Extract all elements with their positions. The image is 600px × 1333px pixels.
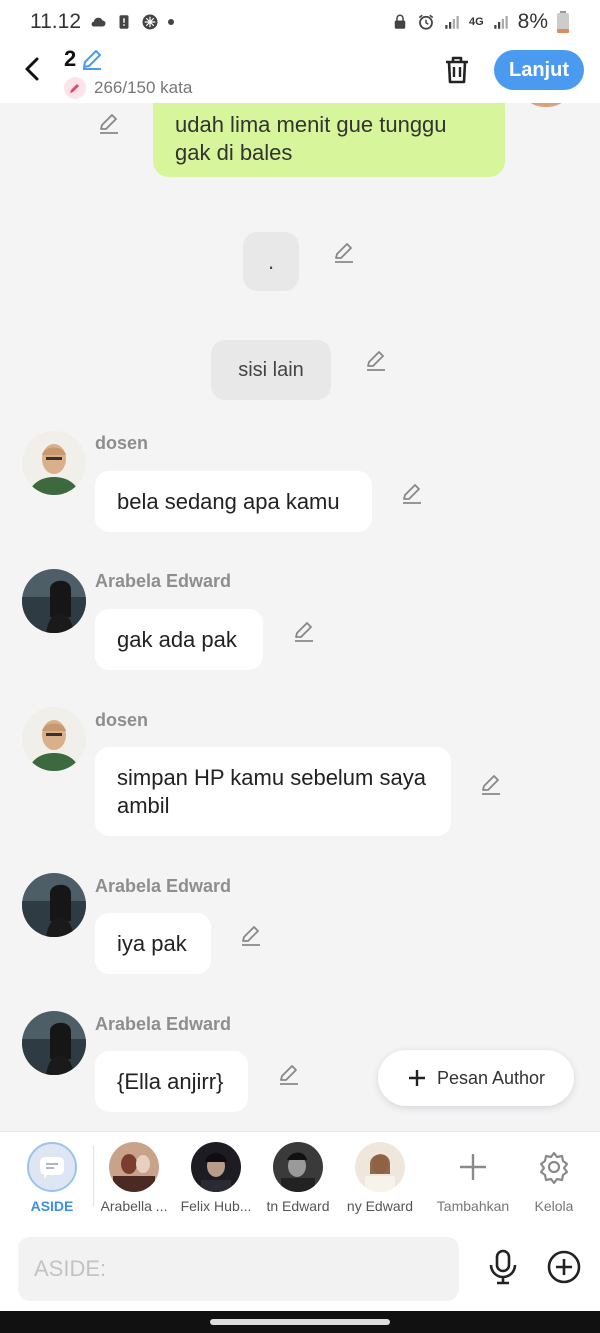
message-text: bela sedang apa kamu [117,488,340,514]
chat-area[interactable]: udah lima menit gue tunggu gak di bales … [0,103,600,1131]
edit-message-icon[interactable] [97,111,121,135]
incoming-message[interactable]: {Ella anjirr} [95,1051,248,1112]
character-avatar [273,1142,323,1192]
character-ny-edward[interactable]: ny Edward [339,1142,421,1214]
avatar-arabela-edward[interactable] [22,873,86,937]
message-text: gak ada pak [117,626,237,652]
avatar-arabela-edward[interactable] [22,569,86,633]
character-arabella[interactable]: Arabella ... [93,1142,175,1214]
message-text: sisi lain [238,359,304,381]
incoming-message[interactable]: bela sedang apa kamu [95,471,372,532]
sender-name: Arabela Edward [95,876,232,896]
aside-icon [27,1142,77,1192]
lock-icon [394,14,406,29]
edit-title-icon[interactable] [80,47,104,71]
message-text: udah lima menit gue tunggu gak di bales [175,112,447,165]
edit-message-icon[interactable] [479,772,503,796]
character-label: Felix Hub... [180,1198,252,1214]
character-label: ASIDE [30,1198,74,1214]
system-nav-bar [0,1311,600,1333]
top-app-bar: 2 266/150 kata Lanjut [0,44,600,103]
message-text: {Ella anjirr} [117,1068,224,1094]
episode-title[interactable]: 2 [64,46,104,72]
cloud-icon [91,17,106,27]
character-bar: ASIDE Arabella ... Felix Hub... tn Edwar… [0,1131,600,1227]
plus-icon [408,1070,425,1086]
signal-icon [445,16,459,29]
character-label: Arabella ... [100,1198,168,1214]
gear-icon [539,1151,569,1185]
character-tn-edward[interactable]: tn Edward [257,1142,339,1214]
trash-icon[interactable] [442,54,472,86]
message-text: iya pak [117,930,187,956]
edit-message-icon[interactable] [400,481,424,505]
incoming-message[interactable]: iya pak [95,913,211,974]
dot-icon [168,19,174,25]
add-circle-icon[interactable] [546,1249,582,1285]
outgoing-avatar [514,103,578,107]
edit-message-icon[interactable] [277,1062,301,1086]
sender-name: Arabela Edward [95,571,232,591]
battery-icon [557,11,569,33]
pencil-badge-icon [64,77,86,99]
battery-percent: 8% [517,10,548,33]
manage-characters-button[interactable]: Kelola [513,1142,595,1214]
back-arrow-icon[interactable] [18,54,48,84]
sender-name: Arabela Edward [95,1014,232,1034]
episode-number: 2 [64,46,77,71]
message-text: simpan HP kamu sebelum saya ambil [117,764,426,818]
signal-icon [493,16,508,29]
author-message-button[interactable]: Pesan Author [378,1050,574,1106]
edit-message-icon[interactable] [239,923,263,947]
outgoing-message[interactable]: udah lima menit gue tunggu gak di bales [153,103,505,177]
character-label: tn Edward [266,1198,330,1214]
narration-message[interactable]: . [243,232,299,291]
sender-name: dosen [95,433,149,453]
character-label: Tambahkan [436,1198,510,1214]
character-avatar [191,1142,241,1192]
avatar-dosen[interactable] [22,431,86,495]
sender-name: dosen [95,710,149,730]
avatar-dosen[interactable] [22,707,86,771]
alarm-icon [418,14,434,30]
home-indicator[interactable] [210,1319,390,1325]
character-avatar [109,1142,159,1192]
status-bar: 11.12 4G 8% [0,0,600,44]
character-felix[interactable]: Felix Hub... [175,1142,257,1214]
message-text: . [267,248,275,274]
edit-message-icon[interactable] [332,240,356,264]
composer [0,1227,600,1311]
plus-icon [460,1154,486,1180]
edit-message-icon[interactable] [364,348,388,372]
word-count-text: 266/150 kata [94,78,193,97]
microphone-icon[interactable] [486,1249,520,1285]
network-type: 4G [468,16,484,28]
author-message-label: Pesan Author [436,1067,546,1088]
incoming-message[interactable]: gak ada pak [95,609,263,670]
add-character-button[interactable]: Tambahkan [432,1142,514,1214]
next-button[interactable]: Lanjut [494,50,584,90]
incoming-message[interactable]: simpan HP kamu sebelum saya ambil [95,747,451,836]
vpn-icon [142,14,158,30]
character-aside[interactable]: ASIDE [11,1142,93,1214]
sim-alert-icon [119,15,129,29]
character-label: ny Edward [346,1198,414,1214]
edit-message-icon[interactable] [292,619,316,643]
message-input[interactable] [18,1237,459,1301]
word-count: 266/150 kata [64,77,192,99]
character-label: Kelola [534,1198,574,1214]
narration-message[interactable]: sisi lain [211,340,331,400]
character-bar-divider [93,1146,94,1206]
status-time: 11.12 [30,10,81,33]
character-avatar [355,1142,405,1192]
avatar-arabela-edward[interactable] [22,1011,86,1075]
